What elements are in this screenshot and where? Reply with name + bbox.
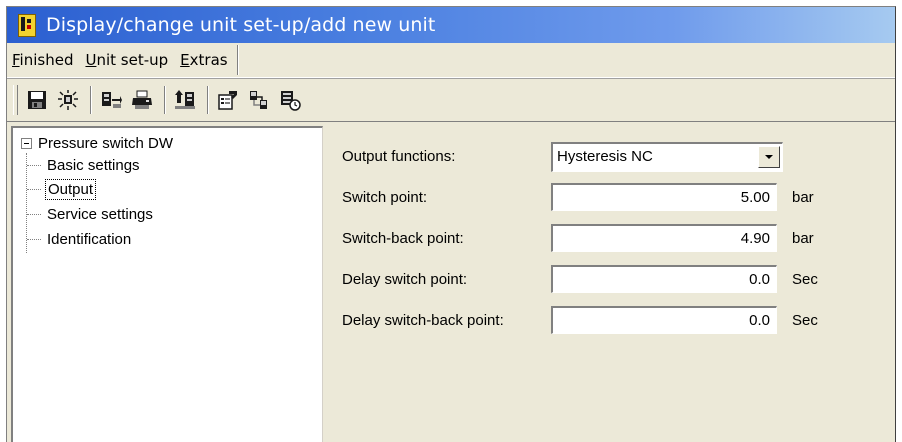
main-content: Pressure switch DW Basic settings Output… [7,121,895,442]
settings-form: Output functions: Hysteresis NC Switch p… [327,126,887,442]
output-functions-value: Hysteresis NC [557,148,653,165]
delay-switch-point-row: Delay switch point: 0.0 Sec [327,265,887,295]
toolbar-separator [207,86,209,114]
monitor-icon[interactable] [277,87,303,113]
tree-item-service-settings[interactable]: Service settings [27,203,155,225]
switch-point-label: Switch point: [342,189,428,206]
app-window: Display/change unit set-up/add new unit … [6,6,896,442]
tree-item-basic-settings[interactable]: Basic settings [27,154,142,176]
switch-back-point-unit: bar [792,230,814,247]
delay-switch-back-point-label: Delay switch-back point: [342,312,504,329]
delay-switch-point-unit: Sec [792,271,818,288]
menu-finished[interactable]: Finished [7,51,80,69]
menu-bar: Finished Unit set-up Extras [7,43,895,78]
toolbar-grip[interactable] [13,85,18,115]
title-bar[interactable]: Display/change unit set-up/add new unit [7,7,895,43]
delay-switch-back-point-unit: Sec [792,312,818,329]
delay-switch-point-label: Delay switch point: [342,271,468,288]
tree-item-label: Identification [47,230,132,248]
output-functions-label: Output functions: [342,148,456,165]
output-functions-row: Output functions: Hysteresis NC [327,142,887,172]
switch-point-unit: bar [792,189,814,206]
connect-icon[interactable] [246,87,272,113]
switch-back-point-label: Switch-back point: [342,230,464,247]
transmit-icon[interactable] [55,87,81,113]
output-functions-select[interactable]: Hysteresis NC [551,142,783,172]
tree-item-output[interactable]: Output [27,178,97,200]
download-icon[interactable] [98,87,124,113]
tree-item-label: Output [45,178,97,200]
save-icon[interactable] [24,87,50,113]
app-icon [16,13,38,37]
switch-point-input[interactable]: 5.00 [551,183,777,211]
print-icon[interactable] [129,87,155,113]
properties-icon[interactable] [215,87,241,113]
tree-item-label: Basic settings [47,156,140,174]
collapse-icon[interactable] [21,138,32,149]
tree-root-label: Pressure switch DW [38,135,174,152]
menu-extras[interactable]: Extras [175,51,234,69]
delay-switch-point-input[interactable]: 0.0 [551,265,777,293]
switch-back-point-row: Switch-back point: 4.90 bar [327,224,887,254]
tree-item-label: Service settings [47,205,153,223]
toolbar [7,78,895,121]
menu-unit-set-up[interactable]: Unit set-up [80,51,175,69]
toolbar-separator [90,86,92,114]
delay-switch-back-point-row: Delay switch-back point: 0.0 Sec [327,306,887,336]
toolbar-separator [164,86,166,114]
upload-icon[interactable] [172,87,198,113]
window-title: Display/change unit set-up/add new unit [46,14,436,36]
delay-switch-back-point-input[interactable]: 0.0 [551,306,777,334]
menu-separator [236,45,239,75]
chevron-down-icon [765,155,773,159]
tree-item-identification[interactable]: Identification [27,228,133,250]
navigation-tree: Pressure switch DW Basic settings Output… [11,126,323,442]
switch-back-point-input[interactable]: 4.90 [551,224,777,252]
dropdown-button[interactable] [758,146,780,168]
tree-root[interactable]: Pressure switch DW [21,135,173,152]
switch-point-row: Switch point: 5.00 bar [327,183,887,213]
